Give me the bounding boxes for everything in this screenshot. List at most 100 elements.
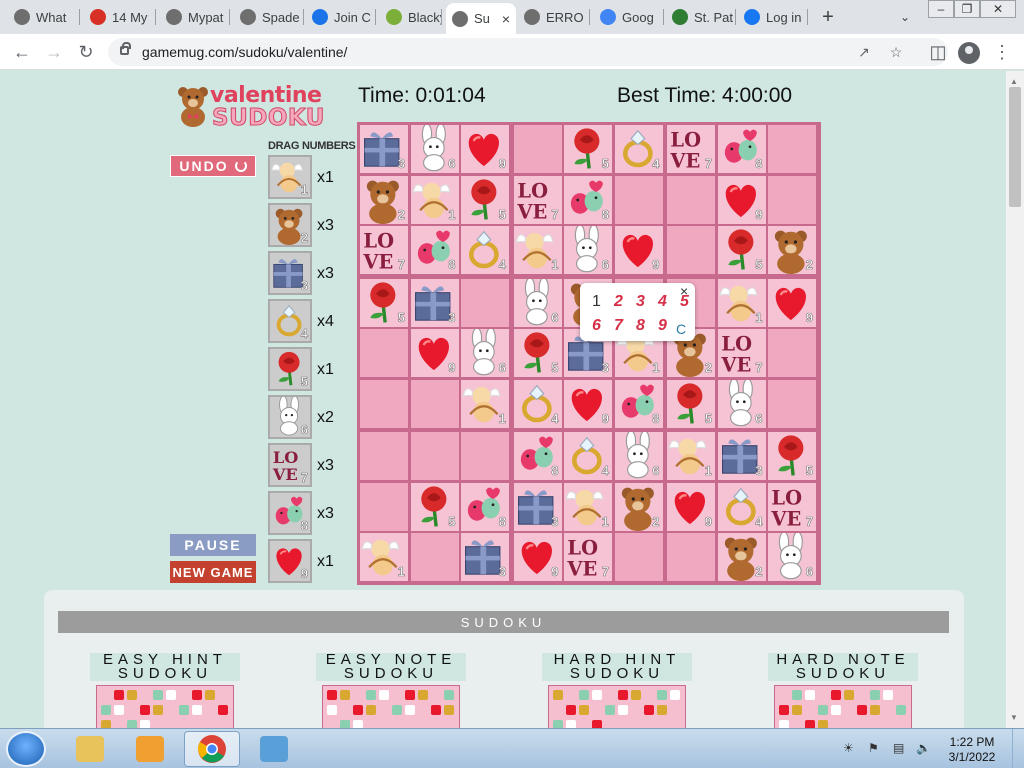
board-cell[interactable]: 5	[768, 432, 816, 480]
browser-tab[interactable]: Blacky	[380, 5, 442, 29]
scroll-down-arrow-icon[interactable]: ▼	[1010, 713, 1018, 722]
board-cell[interactable]: 1	[717, 278, 766, 327]
popup-clear-button[interactable]: C	[676, 321, 686, 337]
board-cell[interactable]: LO VE 7	[717, 329, 766, 377]
lock-icon[interactable]	[120, 42, 131, 55]
game-card-title[interactable]: HARD NOTE SUDOKU	[768, 652, 918, 681]
game-card-title[interactable]: EASY HINT SUDOKU	[90, 652, 240, 681]
popup-number-9[interactable]: 9	[658, 317, 667, 335]
board-cell[interactable]: 1	[461, 379, 509, 428]
board-cell[interactable]: 9	[717, 175, 766, 224]
board-cell[interactable]: 9	[410, 329, 459, 377]
board-cell[interactable]: 2	[614, 482, 663, 531]
popup-number-3[interactable]: 3	[636, 293, 645, 311]
page-scrollbar[interactable]: ▲ ▼	[1006, 71, 1024, 728]
pause-button[interactable]: PAUSE	[170, 534, 256, 556]
board-cell[interactable]: 9	[564, 379, 612, 428]
board-cell[interactable]: 2	[768, 226, 816, 274]
drag-piece-8[interactable]: 8	[268, 491, 312, 535]
browser-tab[interactable]: Spade	[234, 5, 304, 29]
board-cell[interactable]	[410, 533, 459, 581]
board-cell[interactable]: 1	[360, 533, 408, 581]
board-cell[interactable]: 8	[461, 482, 509, 531]
network-icon[interactable]: ▤	[893, 741, 904, 755]
taskbar-explorer[interactable]	[62, 731, 118, 767]
volume-icon[interactable]: 🔈	[916, 741, 931, 755]
board-cell[interactable]: 6	[513, 278, 562, 327]
reload-icon[interactable]: ↻	[74, 40, 98, 64]
game-card[interactable]: HARD HINT SUDOKU	[542, 652, 692, 728]
board-cell[interactable]: 1	[667, 432, 715, 480]
profile-avatar-icon[interactable]	[958, 42, 980, 64]
board-cell[interactable]: 6	[410, 125, 459, 173]
action-center-icon[interactable]: ⚑	[868, 741, 879, 755]
board-cell[interactable]: 2	[360, 175, 408, 224]
url-text[interactable]: gamemug.com/sudoku/valentine/	[142, 44, 347, 60]
game-thumbnail[interactable]	[322, 685, 460, 728]
game-thumbnail[interactable]	[96, 685, 234, 728]
popup-number-6[interactable]: 6	[592, 317, 601, 335]
board-cell[interactable]: 8	[717, 125, 766, 173]
board-cell[interactable]: 2	[717, 533, 766, 581]
board-cell[interactable]: 6	[564, 226, 612, 274]
board-cell[interactable]: 9	[667, 482, 715, 531]
restore-button[interactable]: ❐	[954, 0, 980, 18]
popup-number-2[interactable]: 2	[614, 293, 623, 311]
game-card[interactable]: EASY NOTE SUDOKU	[316, 652, 466, 728]
close-window-button[interactable]: ✕	[980, 0, 1016, 18]
popup-number-5[interactable]: 5	[680, 293, 689, 311]
board-cell[interactable]: 5	[564, 125, 612, 173]
board-cell[interactable]: 5	[667, 379, 715, 428]
board-cell[interactable]: 6	[614, 432, 663, 480]
game-card-title[interactable]: EASY NOTE SUDOKU	[316, 652, 466, 681]
board-cell[interactable]	[768, 379, 816, 428]
game-card[interactable]: EASY HINT SUDOKU	[90, 652, 240, 728]
new-tab-button[interactable]: +	[816, 5, 840, 29]
board-cell[interactable]: 9	[614, 226, 663, 274]
board-cell[interactable]: 6	[768, 533, 816, 581]
board-cell[interactable]: 5	[410, 482, 459, 531]
menu-dots-icon[interactable]: ⋮	[992, 40, 1012, 64]
board-cell[interactable]: LO VE 7	[667, 125, 715, 173]
board-cell[interactable]	[360, 329, 408, 377]
browser-tab[interactable]: Mypat	[160, 5, 230, 29]
board-cell[interactable]: 4	[461, 226, 509, 274]
board-cell[interactable]	[461, 432, 509, 480]
board-cell[interactable]: 1	[564, 482, 612, 531]
board-cell[interactable]: 4	[717, 482, 766, 531]
address-bar[interactable]: gamemug.com/sudoku/valentine/ ↗ ☆	[108, 38, 948, 66]
browser-tab[interactable]: Goog	[594, 5, 664, 29]
browser-tab[interactable]: Log in	[738, 5, 808, 29]
board-cell[interactable]: 3	[360, 125, 408, 173]
board-cell[interactable]: 8	[564, 175, 612, 224]
board-cell[interactable]: LO VE 7	[513, 175, 562, 224]
board-cell[interactable]: 4	[564, 432, 612, 480]
show-desktop-button[interactable]	[1012, 729, 1024, 768]
drag-piece-1[interactable]: 1	[268, 155, 312, 199]
board-cell[interactable]	[360, 482, 408, 531]
board-cell[interactable]: 9	[768, 278, 816, 327]
tab-search-chevron-icon[interactable]: ⌄	[894, 6, 916, 28]
board-cell[interactable]	[768, 125, 816, 173]
browser-tab[interactable]: ERRO	[518, 5, 590, 29]
browser-tab[interactable]: What	[8, 5, 80, 29]
taskbar-media-player[interactable]	[122, 731, 178, 767]
board-cell[interactable]: 9	[461, 125, 509, 173]
popup-number-8[interactable]: 8	[636, 317, 645, 335]
popup-number-7[interactable]: 7	[614, 317, 623, 335]
popup-number-4[interactable]: 4	[658, 293, 667, 311]
board-cell[interactable]	[513, 125, 562, 173]
browser-tab[interactable]: St. Pat	[666, 5, 736, 29]
game-card[interactable]: HARD NOTE SUDOKU	[768, 652, 918, 728]
new-game-button[interactable]: NEW GAME	[170, 561, 256, 583]
valentine-sudoku-logo[interactable]: valentine SUDOKU	[172, 83, 325, 133]
board-cell[interactable]: LO VE 7	[360, 226, 408, 274]
game-card-title[interactable]: HARD HINT SUDOKU	[542, 652, 692, 681]
taskbar-chrome[interactable]	[184, 731, 240, 767]
board-cell[interactable]: 4	[614, 125, 663, 173]
drag-piece-7[interactable]: LO VE 7	[268, 443, 312, 487]
board-cell[interactable]	[410, 379, 459, 428]
weather-icon[interactable]: ☀	[843, 741, 854, 755]
bookmark-star-icon[interactable]: ☆	[886, 42, 906, 62]
forward-arrow-icon[interactable]: →	[42, 40, 66, 64]
